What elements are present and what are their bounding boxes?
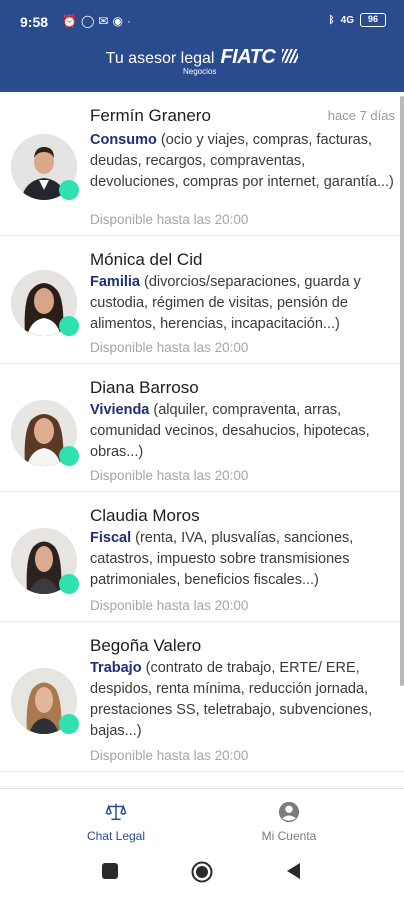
- online-status-dot: [59, 714, 79, 734]
- advisor-category: Familia: [90, 274, 140, 290]
- advisor-item[interactable]: Begoña Valero Trabajo (contrato de traba…: [0, 622, 404, 772]
- account-icon: [278, 801, 300, 823]
- brand: Tu asesor legal FIATC Negocios: [0, 46, 404, 76]
- advisor-item[interactable]: Fermín Granero hace 7 días Consumo (ocio…: [0, 92, 404, 236]
- advisor-description: Fiscal (renta, IVA, plusvalías, sancione…: [90, 528, 396, 591]
- brand-stripes-icon: [282, 49, 299, 63]
- availability: Disponible hasta las 20:00: [90, 340, 249, 355]
- scrollbar[interactable]: [400, 96, 404, 686]
- signal-icon: 4G: [340, 14, 354, 26]
- advisor-description: Trabajo (contrato de trabajo, ERTE/ ERE,…: [90, 658, 396, 742]
- recents-icon[interactable]: [101, 862, 119, 880]
- avatar: [11, 400, 79, 466]
- system-navigation-bar: [0, 848, 404, 900]
- brand-logo: FIATC: [220, 46, 276, 68]
- availability: Disponible hasta las 20:00: [90, 598, 249, 613]
- advisor-name: Mónica del Cid: [90, 250, 203, 269]
- availability: Disponible hasta las 20:00: [90, 212, 249, 227]
- advisor-category: Trabajo: [90, 660, 142, 676]
- system-icons: ᛒ 4G 96: [329, 13, 386, 27]
- advisor-item[interactable]: Mónica del Cid Familia (divorcios/separa…: [0, 236, 404, 364]
- status-bar: 9:58 ⏰ ◯ ✉ ◉ · ᛒ 4G 96: [0, 0, 404, 44]
- advisor-name: Begoña Valero: [90, 636, 202, 655]
- back-icon[interactable]: [285, 862, 303, 880]
- advisor-item[interactable]: Claudia Moros Fiscal (renta, IVA, plusva…: [0, 492, 404, 622]
- availability: Disponible hasta las 20:00: [90, 748, 249, 763]
- advisor-item[interactable]: Diana Barroso Vivienda (alquiler, compra…: [0, 364, 404, 492]
- online-status-dot: [59, 574, 79, 594]
- advisor-name: Diana Barroso: [90, 378, 199, 397]
- notification-icons: ⏰ ◯ ✉ ◉ ·: [62, 13, 131, 29]
- home-icon[interactable]: [191, 861, 213, 883]
- nav-mi-cuenta[interactable]: Mi Cuenta: [229, 801, 349, 843]
- app-header: 9:58 ⏰ ◯ ✉ ◉ · ᛒ 4G 96 Tu asesor legal F…: [0, 0, 404, 92]
- avatar: [11, 528, 79, 594]
- advisor-category: Vivienda: [90, 402, 150, 418]
- avatar: [11, 668, 79, 734]
- advisor-description: Consumo (ocio y viajes, compras, factura…: [90, 130, 396, 193]
- avatar: [11, 270, 79, 336]
- advisor-description: Familia (divorcios/separaciones, guarda …: [90, 272, 396, 335]
- nav-label: Mi Cuenta: [261, 829, 317, 843]
- bluetooth-icon: ᛒ: [328, 14, 335, 26]
- nav-label: Chat Legal: [86, 829, 146, 843]
- battery-icon: 96: [360, 13, 386, 27]
- online-status-dot: [59, 446, 79, 466]
- status-time: 9:58: [20, 14, 49, 30]
- scales-icon: [105, 803, 127, 821]
- advisor-name: Claudia Moros: [90, 506, 200, 525]
- mail-icon: ✉: [98, 14, 109, 28]
- bottom-nav: Chat Legal Mi Cuenta: [0, 788, 404, 848]
- online-status-dot: [59, 316, 79, 336]
- advisor-category: Consumo: [90, 132, 157, 148]
- online-status-dot: [59, 180, 79, 200]
- avatar: [11, 134, 79, 200]
- spotify-icon: ◉: [112, 14, 123, 28]
- whatsapp-icon: ◯: [80, 14, 95, 28]
- alarm-icon: ⏰: [62, 14, 77, 28]
- app-title: Tu asesor legal: [105, 50, 215, 67]
- advisor-description: Vivienda (alquiler, compraventa, arras, …: [90, 400, 396, 463]
- advisor-name: Fermín Granero: [90, 106, 211, 125]
- brand-subtitle: Negocios: [183, 67, 217, 76]
- nav-chat-legal[interactable]: Chat Legal: [56, 801, 176, 843]
- advisor-category: Fiscal: [90, 530, 132, 546]
- advisor-list[interactable]: Fermín Granero hace 7 días Consumo (ocio…: [0, 92, 404, 788]
- last-message-time: hace 7 días: [327, 108, 395, 123]
- dot-icon: ·: [126, 14, 131, 28]
- availability: Disponible hasta las 20:00: [90, 468, 249, 483]
